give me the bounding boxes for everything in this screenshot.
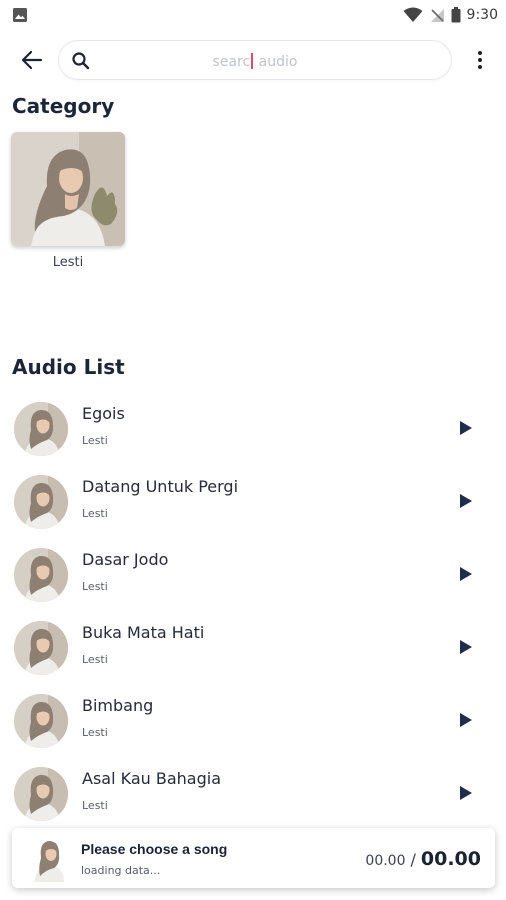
time-separator: / bbox=[410, 850, 416, 869]
song-avatar bbox=[14, 694, 68, 748]
play-button[interactable] bbox=[456, 708, 476, 732]
song-avatar bbox=[14, 402, 68, 456]
song-artist: Lesti bbox=[82, 799, 108, 812]
song-artist: Lesti bbox=[82, 507, 108, 520]
song-title: Asal Kau Bahagia bbox=[82, 769, 221, 788]
more-vert-icon bbox=[478, 51, 482, 55]
more-options-button[interactable] bbox=[468, 48, 492, 72]
play-button[interactable] bbox=[456, 489, 476, 513]
category-card-lesti[interactable] bbox=[11, 132, 125, 246]
song-artist: Lesti bbox=[82, 653, 108, 666]
song-row[interactable]: Buka Mata Hati Lesti bbox=[0, 615, 506, 685]
play-icon bbox=[460, 713, 472, 727]
song-title: Dasar Jodo bbox=[82, 550, 169, 569]
song-row[interactable]: Egois Lesti bbox=[0, 396, 506, 466]
category-image bbox=[11, 132, 125, 246]
play-icon bbox=[460, 786, 472, 800]
song-title: Buka Mata Hati bbox=[82, 623, 205, 642]
search-input[interactable]: searc audio bbox=[58, 40, 452, 80]
song-title: Bimbang bbox=[82, 696, 154, 715]
gallery-notification-icon bbox=[13, 8, 27, 22]
song-avatar bbox=[14, 475, 68, 529]
top-bar: searc audio bbox=[0, 38, 506, 82]
player-time: 00.00 / 00.00 bbox=[365, 848, 481, 870]
battery-icon bbox=[451, 7, 461, 23]
song-row[interactable]: Asal Kau Bahagia Lesti bbox=[0, 761, 506, 831]
song-artist: Lesti bbox=[82, 726, 108, 739]
search-placeholder: searc audio bbox=[212, 53, 298, 70]
total-time: 00.00 bbox=[420, 848, 481, 870]
song-artist: Lesti bbox=[82, 434, 108, 447]
song-avatar bbox=[14, 548, 68, 602]
song-avatar bbox=[14, 767, 68, 821]
clock: 9:30 bbox=[466, 7, 498, 23]
song-artist: Lesti bbox=[82, 580, 108, 593]
play-icon bbox=[460, 494, 472, 508]
category-label: Lesti bbox=[52, 255, 84, 270]
arrow-back-icon bbox=[21, 50, 43, 70]
audio-list-heading: Audio List bbox=[12, 355, 125, 379]
song-title: Egois bbox=[82, 404, 125, 423]
play-button[interactable] bbox=[456, 635, 476, 659]
category-heading: Category bbox=[12, 94, 115, 118]
wifi-icon bbox=[403, 7, 423, 22]
song-avatar bbox=[14, 621, 68, 675]
play-icon bbox=[460, 421, 472, 435]
play-button[interactable] bbox=[456, 416, 476, 440]
player-status: loading data... bbox=[81, 864, 161, 877]
mini-player[interactable]: Please choose a song loading data... 00.… bbox=[12, 828, 495, 888]
player-title: Please choose a song bbox=[81, 841, 228, 857]
song-row[interactable]: Dasar Jodo Lesti bbox=[0, 542, 506, 612]
play-button[interactable] bbox=[456, 562, 476, 586]
song-title: Datang Untuk Pergi bbox=[82, 477, 239, 496]
play-button[interactable] bbox=[456, 781, 476, 805]
current-time: 00.00 bbox=[365, 853, 406, 869]
text-caret bbox=[251, 53, 254, 69]
player-thumbnail bbox=[26, 834, 70, 882]
signal-off-icon bbox=[430, 9, 444, 22]
back-button[interactable] bbox=[16, 46, 48, 74]
song-row[interactable]: Datang Untuk Pergi Lesti bbox=[0, 469, 506, 539]
song-row[interactable]: Bimbang Lesti bbox=[0, 688, 506, 758]
status-bar: 9:30 bbox=[0, 0, 506, 30]
play-icon bbox=[460, 640, 472, 654]
play-icon bbox=[460, 567, 472, 581]
